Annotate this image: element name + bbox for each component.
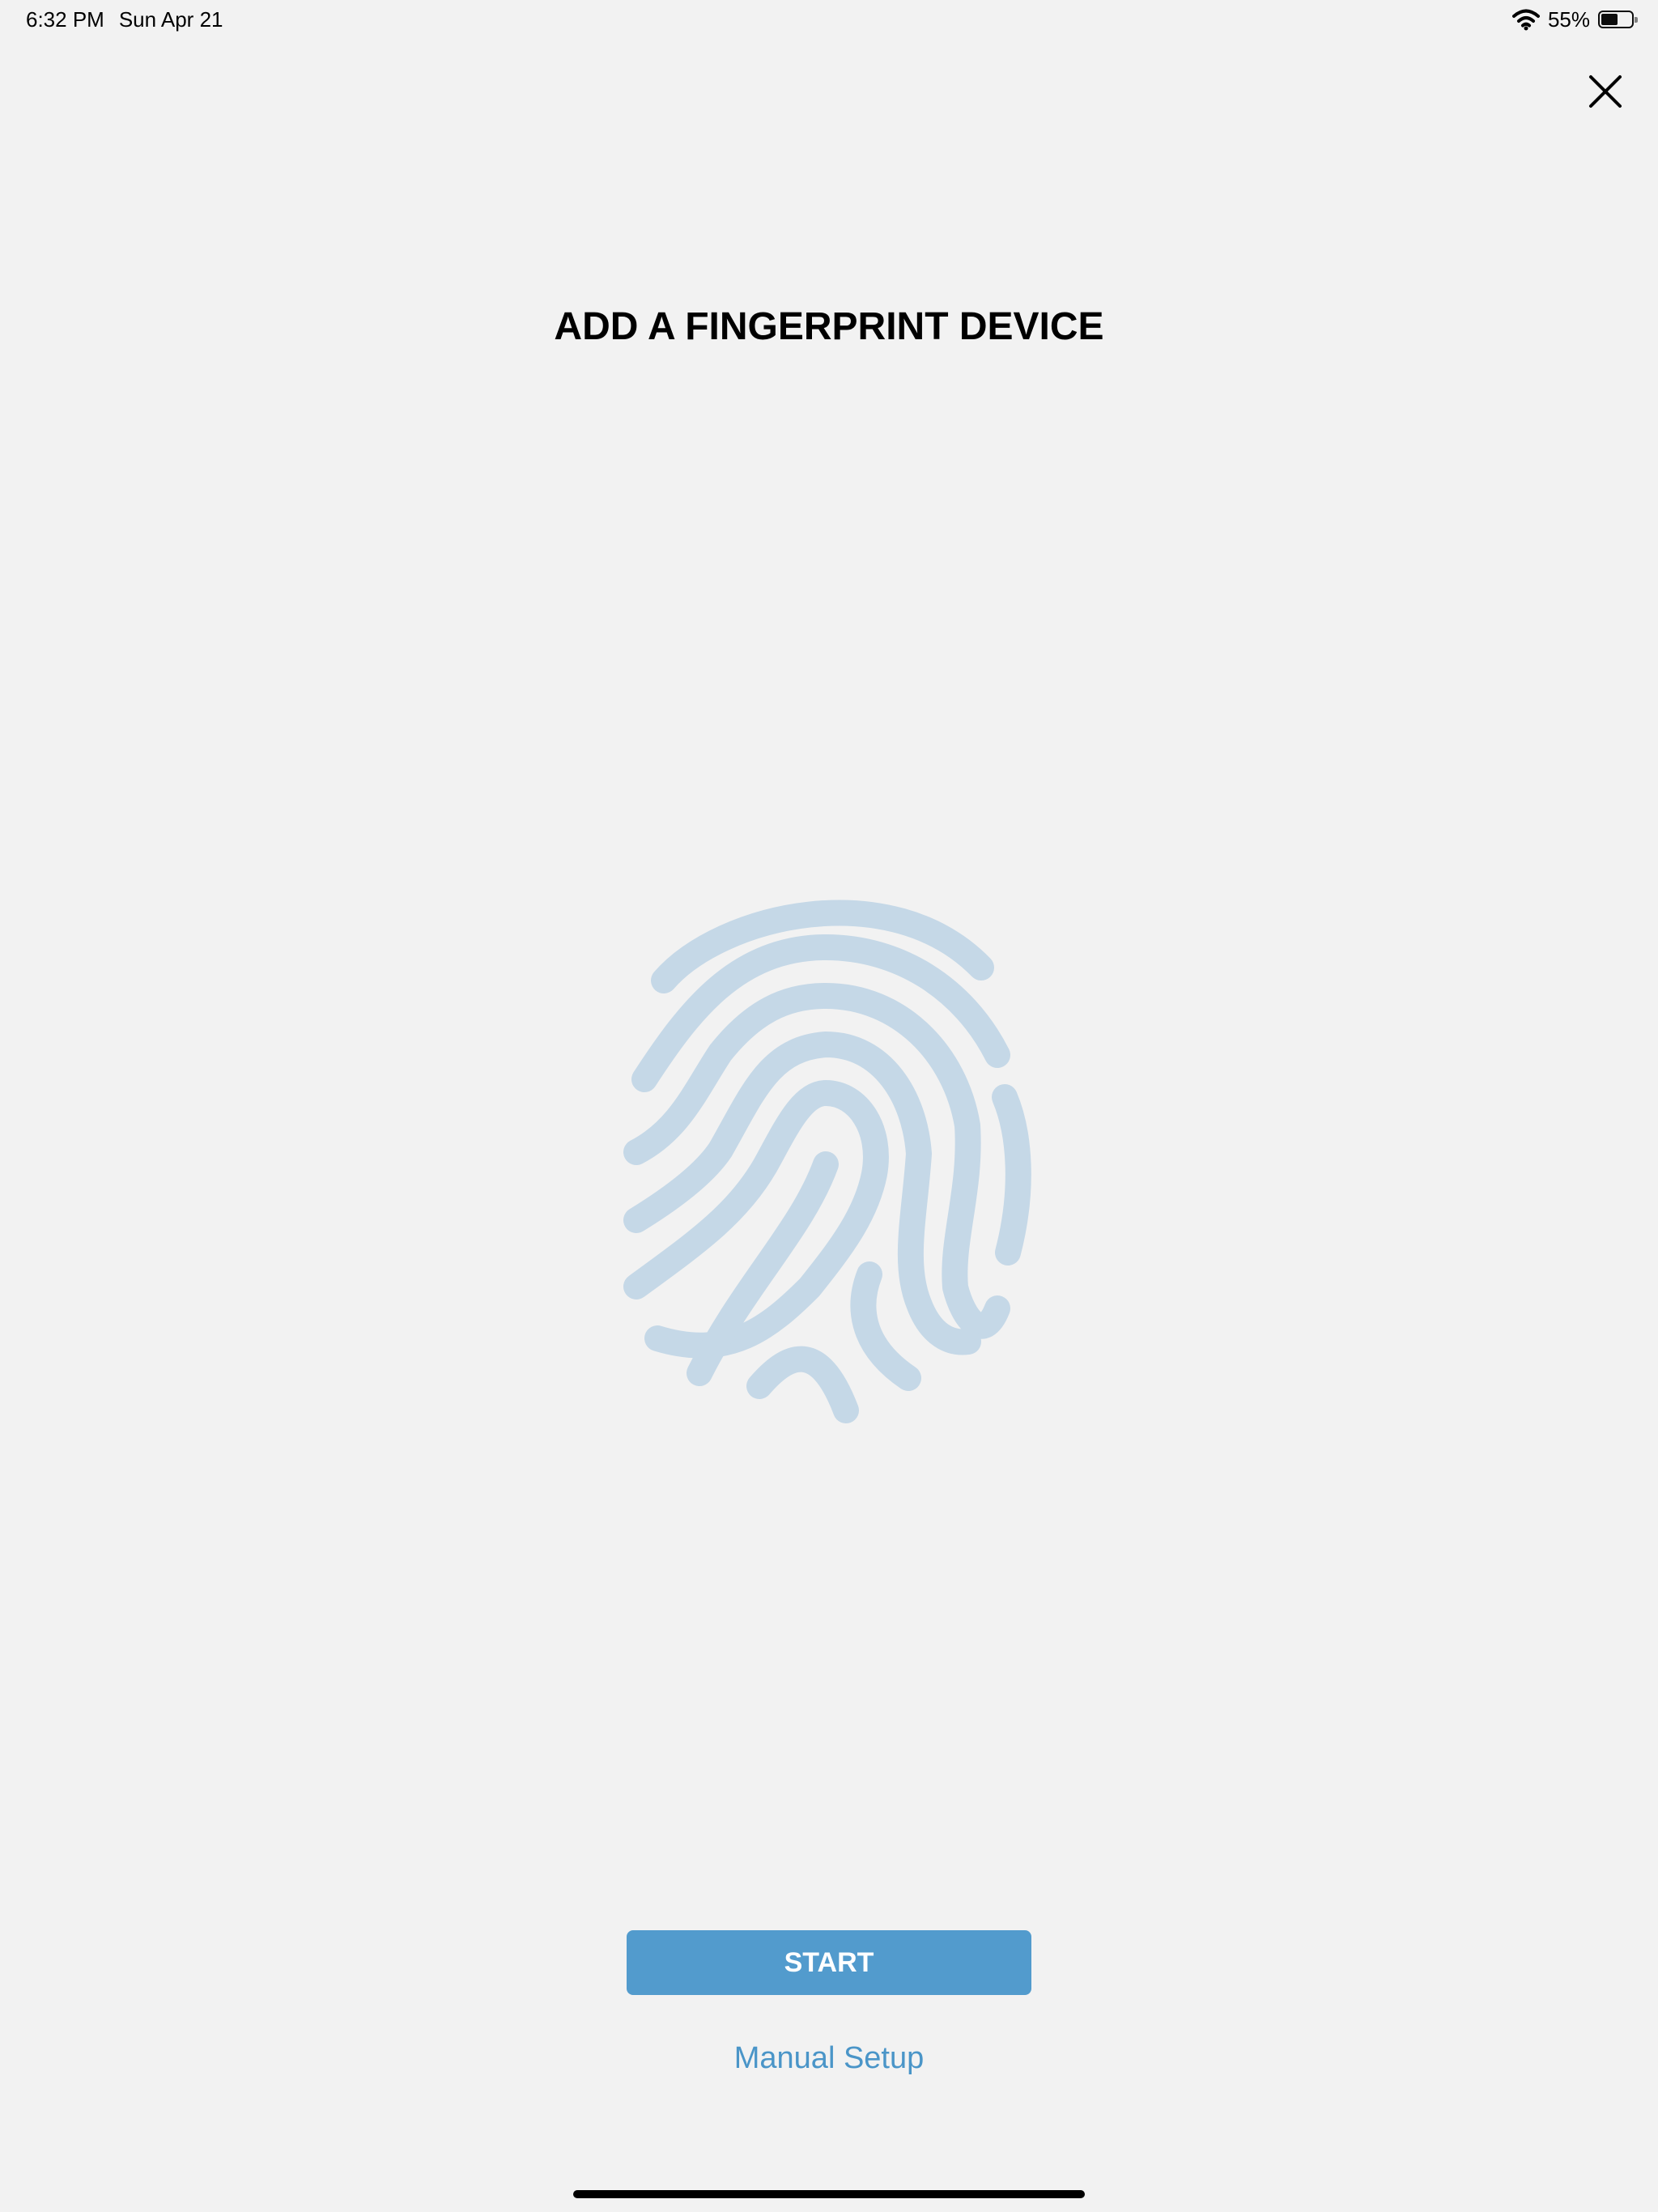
fingerprint-icon (623, 900, 1031, 1423)
page-title: ADD A FINGERPRINT DEVICE (554, 305, 1104, 348)
close-button[interactable] (1584, 70, 1627, 113)
close-icon (1589, 75, 1622, 108)
status-time: 6:32 PM (26, 7, 104, 32)
wifi-icon (1511, 9, 1540, 31)
manual-setup-link[interactable]: Manual Setup (0, 2039, 1658, 2078)
battery-percent: 55% (1547, 7, 1590, 32)
status-date: Sun Apr 21 (118, 7, 223, 32)
battery-tip (1635, 17, 1638, 23)
status-bar: 6:32 PM Sun Apr 21 55% (0, 0, 1658, 39)
start-button[interactable]: START (627, 1930, 1031, 1995)
home-indicator[interactable] (573, 2190, 1085, 2198)
battery-level-fill (1601, 14, 1618, 25)
status-left: 6:32 PM Sun Apr 21 (26, 6, 223, 32)
battery-icon (1598, 11, 1638, 28)
status-right: 55% (1511, 6, 1638, 32)
